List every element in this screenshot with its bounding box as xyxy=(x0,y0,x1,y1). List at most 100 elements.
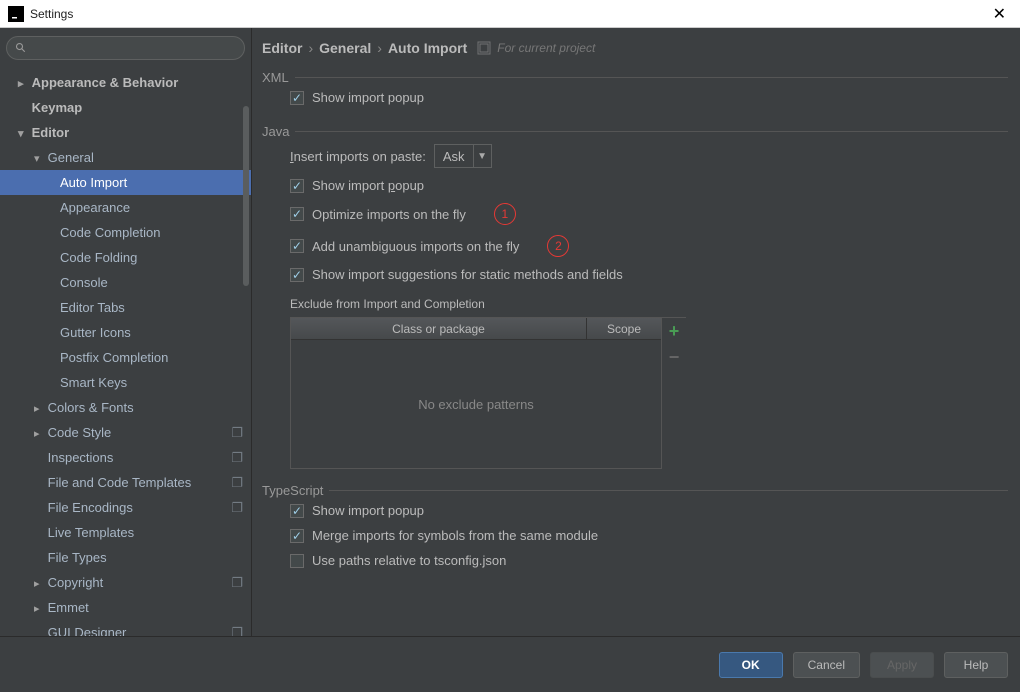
section-xml-legend: XML xyxy=(262,70,295,85)
tree-copyright[interactable]: Copyright ❐ xyxy=(0,570,251,595)
settings-panel: XML Show import popup Java Insert import… xyxy=(252,66,1020,636)
table-header: Class or package Scope xyxy=(291,318,661,340)
project-badge-icon: ❐ xyxy=(231,425,243,441)
search-field[interactable] xyxy=(6,36,245,60)
chevron-right-icon: › xyxy=(377,40,382,56)
tree-file-types[interactable]: File Types xyxy=(0,545,251,570)
tree-code-style[interactable]: Code Style❐ xyxy=(0,420,251,445)
tree-label: File Types xyxy=(48,550,107,565)
cancel-button[interactable]: Cancel xyxy=(793,652,860,678)
tree-code-completion[interactable]: Code Completion xyxy=(0,220,251,245)
tree-keymap[interactable]: Keymap xyxy=(0,95,251,120)
tree-editor-tabs[interactable]: Editor Tabs xyxy=(0,295,251,320)
crumb-auto-import: Auto Import xyxy=(388,40,467,56)
close-icon[interactable]: ✕ xyxy=(987,4,1012,24)
label-java-show-popup[interactable]: Show import popup xyxy=(312,178,424,193)
project-badge-icon: ❐ xyxy=(231,575,243,591)
checkbox-ts-paths[interactable] xyxy=(290,554,304,568)
sidebar: Appearance & Behavior Keymap Editor Gene… xyxy=(0,28,252,636)
checkbox-optimize-imports[interactable] xyxy=(290,207,304,221)
tree-smart-keys[interactable]: Smart Keys xyxy=(0,370,251,395)
dropdown-value: Ask xyxy=(435,149,473,164)
label-static-suggestions[interactable]: Show import suggestions for static metho… xyxy=(312,267,623,282)
tree-appearance[interactable]: Appearance xyxy=(0,195,251,220)
label-ts-show-popup[interactable]: Show import popup xyxy=(312,503,424,518)
checkbox-ts-merge[interactable] xyxy=(290,529,304,543)
tree-label: Postfix Completion xyxy=(60,350,168,365)
checkbox-xml-show-popup[interactable] xyxy=(290,91,304,105)
search-icon xyxy=(15,42,27,54)
tree-label: Appearance xyxy=(60,200,130,215)
tree-label: Smart Keys xyxy=(60,375,127,390)
checkbox-unambiguous-imports[interactable] xyxy=(290,239,304,253)
tree-appearance-behavior[interactable]: Appearance & Behavior xyxy=(0,70,251,95)
tree-editor[interactable]: Editor xyxy=(0,120,251,145)
label-ts-paths[interactable]: Use paths relative to tsconfig.json xyxy=(312,553,506,568)
titlebar: Settings ✕ xyxy=(0,0,1020,28)
checkbox-java-show-popup[interactable] xyxy=(290,179,304,193)
ok-button[interactable]: OK xyxy=(719,652,783,678)
tree-label: File Encodings xyxy=(48,500,133,515)
crumb-editor[interactable]: Editor xyxy=(262,40,302,56)
tree-label: Editor xyxy=(32,125,70,140)
tree-label: Code Completion xyxy=(60,225,160,240)
tree-label: Console xyxy=(60,275,108,290)
table-empty-state: No exclude patterns xyxy=(291,340,661,468)
checkbox-ts-show-popup[interactable] xyxy=(290,504,304,518)
label-insert-imports: Insert imports on paste: xyxy=(290,149,426,164)
tree-live-templates[interactable]: Live Templates xyxy=(0,520,251,545)
tree-label: Inspections xyxy=(48,450,114,465)
dropdown-insert-imports[interactable]: Ask ▼ xyxy=(434,144,492,168)
app-icon xyxy=(8,6,24,22)
section-ts-legend: TypeScript xyxy=(262,483,329,498)
tree-label: Editor Tabs xyxy=(60,300,125,315)
label-ts-merge[interactable]: Merge imports for symbols from the same … xyxy=(312,528,598,543)
col-scope[interactable]: Scope xyxy=(587,318,661,339)
label-xml-show-popup[interactable]: Show import popup xyxy=(312,90,424,105)
tree-label: Copyright xyxy=(48,575,104,590)
tree-general[interactable]: General xyxy=(0,145,251,170)
checkbox-static-suggestions[interactable] xyxy=(290,268,304,282)
exclude-table: Class or package Scope No exclude patter… xyxy=(290,317,1008,469)
tree-label: Appearance & Behavior xyxy=(32,75,179,90)
tree-label: File and Code Templates xyxy=(48,475,192,490)
project-badge-icon: ❐ xyxy=(231,500,243,516)
col-class-package[interactable]: Class or package xyxy=(291,318,587,339)
section-typescript: TypeScript Show import popup Merge impor… xyxy=(262,483,1008,573)
tree-auto-import[interactable]: Auto Import xyxy=(0,170,251,195)
add-button[interactable]: + xyxy=(662,318,686,344)
project-badge-icon: ❐ xyxy=(231,450,243,466)
remove-button[interactable]: − xyxy=(662,344,686,370)
tree-gui-designer[interactable]: GUI Designer ❐ xyxy=(0,620,251,636)
tree-code-folding[interactable]: Code Folding xyxy=(0,245,251,270)
tree-colors-fonts[interactable]: Colors & Fonts xyxy=(0,395,251,420)
crumb-general[interactable]: General xyxy=(319,40,371,56)
tree-console[interactable]: Console xyxy=(0,270,251,295)
tree-inspections[interactable]: Inspections ❐ xyxy=(0,445,251,470)
search-input[interactable] xyxy=(31,41,236,55)
dialog-footer: OK Cancel Apply Help xyxy=(0,636,1020,692)
scrollbar-thumb[interactable] xyxy=(243,106,249,286)
tree-label: Emmet xyxy=(48,600,89,615)
apply-button[interactable]: Apply xyxy=(870,652,934,678)
tree-emmet[interactable]: Emmet xyxy=(0,595,251,620)
label-exclude: Exclude from Import and Completion xyxy=(262,287,1008,317)
help-button[interactable]: Help xyxy=(944,652,1008,678)
tree-file-encodings[interactable]: File Encodings ❐ xyxy=(0,495,251,520)
tree-postfix-completion[interactable]: Postfix Completion xyxy=(0,345,251,370)
section-java-legend: Java xyxy=(262,124,295,139)
label-unambiguous-imports[interactable]: Add unambiguous imports on the fly xyxy=(312,239,519,254)
project-badge-icon: ❐ xyxy=(231,625,243,637)
tree-label: Auto Import xyxy=(60,175,127,190)
window-title: Settings xyxy=(30,7,73,21)
tree-file-code-templates[interactable]: File and Code Templates❐ xyxy=(0,470,251,495)
tree-label: Keymap xyxy=(32,100,83,115)
tree-gutter-icons[interactable]: Gutter Icons xyxy=(0,320,251,345)
settings-tree: Appearance & Behavior Keymap Editor Gene… xyxy=(0,66,251,636)
label-optimize-imports[interactable]: Optimize imports on the fly xyxy=(312,207,466,222)
tree-label: Live Templates xyxy=(48,525,134,540)
section-java: Java Insert imports on paste: Ask ▼ Show… xyxy=(262,124,1008,469)
chevron-down-icon: ▼ xyxy=(473,144,491,168)
callout-2: 2 xyxy=(547,235,569,257)
tree-label: GUI Designer xyxy=(48,625,127,636)
